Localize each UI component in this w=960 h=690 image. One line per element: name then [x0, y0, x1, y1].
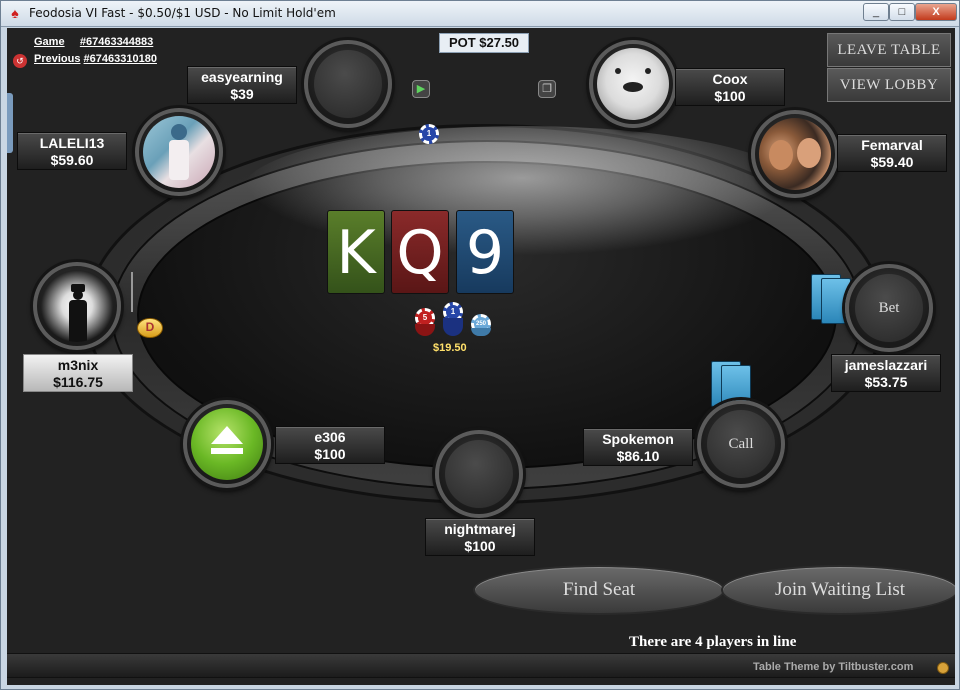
- player-stack: $86.10: [616, 448, 660, 464]
- player-name: easyearning: [201, 69, 283, 85]
- nameplate-e306: e306 $100: [275, 426, 385, 464]
- bet-amount: $19.50: [433, 342, 467, 354]
- seat-nightmarej[interactable]: [435, 430, 523, 518]
- board-card-1: K: [327, 210, 385, 294]
- window-title: Feodosia VI Fast - $0.50/$1 USD - No Lim…: [29, 6, 336, 20]
- windows-icon[interactable]: ❐: [538, 80, 556, 98]
- seat-easyearning[interactable]: [304, 40, 392, 128]
- nameplate-nightmarej: nightmarej $100: [425, 518, 535, 556]
- side-tab[interactable]: [7, 93, 13, 153]
- player-stack: $100: [714, 88, 746, 104]
- polar-bear-avatar-icon: [597, 48, 669, 120]
- nameplate-m3nix: m3nix $116.75: [23, 354, 133, 392]
- player-stack: $100: [314, 446, 346, 462]
- nameplate-spokemon: Spokemon $86.10: [583, 428, 693, 466]
- previous-label-link[interactable]: Previous: [34, 53, 80, 65]
- maximize-button[interactable]: □: [889, 3, 915, 21]
- poker-window: ♠ Feodosia VI Fast - $0.50/$1 USD - No L…: [0, 0, 960, 690]
- seat-m3nix[interactable]: [33, 262, 121, 350]
- player-name: jameslazzari: [844, 357, 928, 373]
- title-bar[interactable]: ♠ Feodosia VI Fast - $0.50/$1 USD - No L…: [1, 1, 959, 27]
- couple-avatar-icon: [759, 118, 831, 190]
- seat-spokemon[interactable]: Call: [697, 400, 785, 488]
- player-name: Coox: [712, 71, 748, 87]
- previous-number-link[interactable]: #67463310180: [84, 53, 157, 65]
- chip-1: 1: [419, 124, 439, 144]
- nameplate-jameslazzari: jameslazzari $53.75: [831, 354, 941, 392]
- player-name: Spokemon: [602, 431, 674, 447]
- seat-laleli13[interactable]: [135, 108, 223, 196]
- seat-femarval[interactable]: [751, 110, 839, 198]
- game-info: Game #67463344883 Previous #67463310180: [34, 34, 157, 68]
- seat-jameslazzari[interactable]: Bet: [845, 264, 933, 352]
- player-stack: $100: [464, 538, 496, 554]
- board-card-2: Q: [391, 210, 449, 294]
- join-waiting-list-button[interactable]: Join Waiting List: [721, 565, 955, 615]
- eject-icon[interactable]: [191, 408, 263, 480]
- player-stack: $59.40: [870, 154, 914, 170]
- anime-avatar-icon: [143, 116, 215, 188]
- dealer-button: D: [137, 318, 163, 338]
- board-card-3: 9: [456, 210, 514, 294]
- table-area: Game #67463344883 Previous #67463310180 …: [7, 28, 955, 685]
- play-icon[interactable]: ▶: [412, 80, 430, 98]
- silhouette-avatar-icon: [41, 270, 113, 342]
- empty-avatar: [445, 440, 513, 508]
- player-stack: $53.75: [864, 374, 908, 390]
- close-button[interactable]: X: [915, 3, 957, 21]
- nameplate-femarval: Femarval $59.40: [837, 134, 947, 172]
- game-label-link[interactable]: Game: [34, 36, 65, 48]
- player-name: nightmarej: [444, 521, 516, 537]
- leave-table-button[interactable]: LEAVE TABLE: [827, 33, 951, 67]
- player-name: m3nix: [57, 357, 99, 373]
- theme-logo-icon: [937, 662, 949, 674]
- game-number-link[interactable]: #67463344883: [80, 36, 153, 48]
- empty-avatar: [314, 50, 382, 118]
- seat-coox[interactable]: [589, 40, 677, 128]
- player-name: Femarval: [861, 137, 923, 153]
- spade-icon: ♠: [11, 5, 19, 21]
- player-name: LALELI13: [39, 135, 105, 151]
- player-name: e306: [314, 429, 346, 445]
- theme-credit: Table Theme by Tiltbuster.com: [753, 661, 914, 673]
- find-seat-button[interactable]: Find Seat: [473, 565, 725, 615]
- nameplate-easyearning: easyearning $39: [187, 66, 297, 104]
- nameplate-laleli13: LALELI13 $59.60: [17, 132, 127, 170]
- nameplate-coox: Coox $100: [675, 68, 785, 106]
- view-lobby-button[interactable]: VIEW LOBBY: [827, 68, 951, 102]
- player-stack: $59.60: [50, 152, 94, 168]
- table-shine: [242, 126, 802, 256]
- seat-e306[interactable]: [183, 400, 271, 488]
- player-stack: $39: [230, 86, 254, 102]
- player-stack: $116.75: [53, 374, 103, 390]
- turn-timer-bar: [131, 272, 133, 312]
- action-label: Bet: [878, 300, 900, 316]
- pot-display: POT $27.50: [439, 33, 529, 53]
- replay-icon[interactable]: ↺: [13, 54, 27, 68]
- waiting-line-info: There are 4 players in line: [629, 634, 797, 650]
- action-label: Call: [728, 436, 754, 452]
- minimize-button[interactable]: _: [863, 3, 889, 21]
